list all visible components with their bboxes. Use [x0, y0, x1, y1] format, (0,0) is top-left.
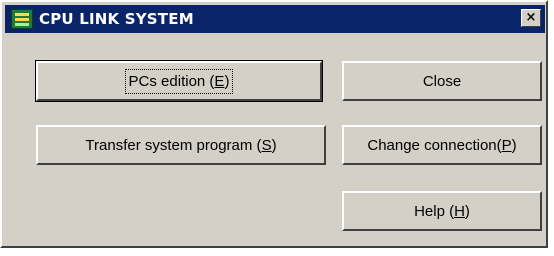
change-connection-label: Change connection(P) — [367, 136, 517, 154]
close-button[interactable]: Close — [342, 61, 542, 101]
close-button-label: Close — [422, 72, 462, 90]
app-icon — [11, 9, 33, 29]
close-window-button[interactable]: × — [521, 9, 541, 27]
title-bar[interactable]: CPU LINK SYSTEM × — [5, 5, 545, 33]
dialog-window: CPU LINK SYSTEM × PCs edition (E) Close … — [0, 0, 548, 248]
change-connection-button[interactable]: Change connection(P) — [342, 125, 542, 165]
close-icon: × — [525, 10, 537, 25]
help-button[interactable]: Help (H) — [342, 191, 542, 231]
window-title: CPU LINK SYSTEM — [39, 10, 194, 28]
transfer-system-program-label: Transfer system program (S) — [85, 136, 277, 154]
transfer-system-program-button[interactable]: Transfer system program (S) — [36, 125, 326, 165]
pcs-edition-label: PCs edition (E) — [124, 68, 234, 94]
help-button-label: Help (H) — [414, 202, 470, 220]
pcs-edition-button[interactable]: PCs edition (E) — [35, 60, 323, 102]
